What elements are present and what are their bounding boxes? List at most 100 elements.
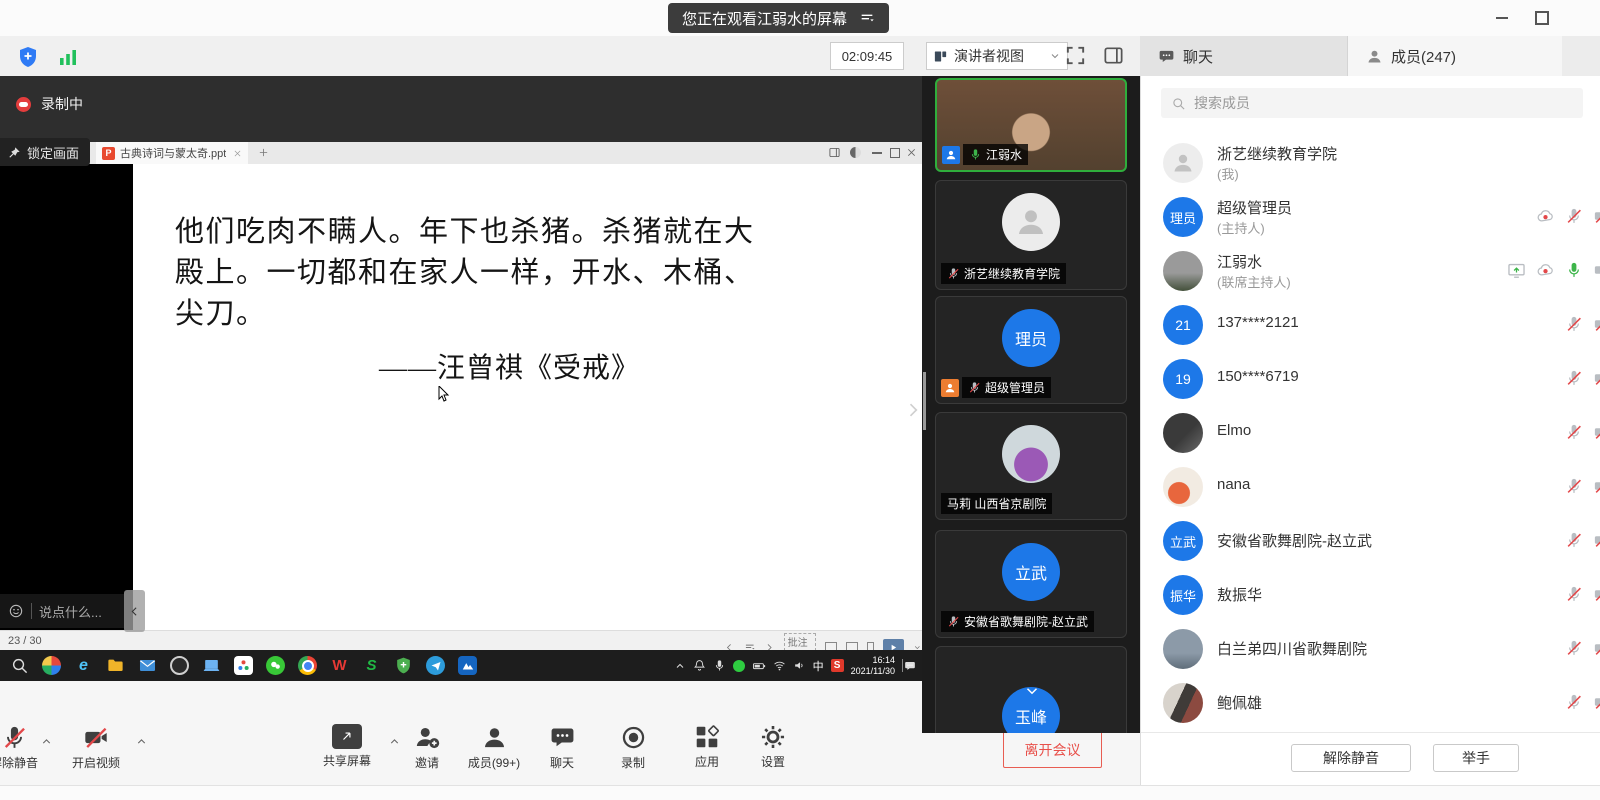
video-tile[interactable]: 浙艺继续教育学院	[935, 180, 1127, 290]
mic-muted-icon[interactable]	[1565, 693, 1583, 711]
strip-collapse-down-icon[interactable]	[1021, 682, 1043, 700]
banner-menu-icon[interactable]	[859, 10, 875, 26]
apps-button[interactable]: 应用	[678, 724, 736, 770]
camera-muted-icon[interactable]	[1593, 585, 1600, 603]
wps-minimize-icon[interactable]	[872, 152, 882, 154]
taskbar-search-icon[interactable]	[10, 656, 29, 675]
taskbar-pinwheel-app-icon[interactable]	[42, 656, 61, 675]
mic-on-icon[interactable]	[1565, 261, 1583, 279]
camera-muted-icon[interactable]	[1593, 207, 1600, 225]
taskbar-colordots-app-icon[interactable]	[234, 656, 253, 675]
quick-chat-placeholder[interactable]: 说点什么...	[39, 602, 102, 621]
minimize-button[interactable]	[1489, 8, 1515, 28]
video-tile[interactable]: 立武 安徽省歌舞剧院-赵立武	[935, 530, 1127, 638]
chat-button[interactable]: 聊天	[533, 724, 591, 771]
camera-muted-icon[interactable]	[1593, 315, 1600, 333]
mic-muted-icon[interactable]	[1565, 207, 1583, 225]
camera-muted-icon[interactable]	[1593, 477, 1600, 495]
invite-button[interactable]: 邀请	[398, 724, 456, 771]
tab-chat[interactable]: 聊天	[1140, 36, 1348, 76]
mic-muted-icon[interactable]	[1565, 531, 1583, 549]
member-row[interactable]: nana	[1141, 460, 1600, 514]
taskbar-bird-app-icon[interactable]	[426, 656, 445, 675]
tab-members[interactable]: 成员(247)	[1348, 36, 1562, 76]
mic-muted-icon[interactable]	[1565, 477, 1583, 495]
raise-hand-button[interactable]: 举手	[1433, 744, 1519, 772]
lock-screen-pill[interactable]: 锁定画面	[0, 138, 90, 166]
taskbar-shield-icon[interactable]	[394, 656, 413, 675]
settings-button[interactable]: 设置	[744, 724, 802, 770]
mic-muted-icon[interactable]	[1565, 315, 1583, 333]
audio-options-chevron-icon[interactable]	[40, 735, 53, 748]
video-options-chevron-icon[interactable]	[135, 735, 148, 748]
taskbar-mail-icon[interactable]	[138, 656, 157, 675]
wps-layout-icon[interactable]	[828, 146, 841, 159]
mic-muted-icon[interactable]	[1565, 585, 1583, 603]
taskbar-explorer-icon[interactable]	[106, 656, 125, 675]
member-row[interactable]: Elmo	[1141, 406, 1600, 460]
fullscreen-icon[interactable]	[1064, 44, 1087, 67]
member-row[interactable]: 19 150****6719	[1141, 352, 1600, 406]
camera-muted-icon[interactable]	[1593, 531, 1600, 549]
maximize-button[interactable]	[1529, 8, 1555, 28]
start-video-button[interactable]: 开启视频	[60, 724, 132, 771]
share-screen-button[interactable]: 共享屏幕	[312, 724, 382, 769]
video-tile[interactable]: 理员 超级管理员	[935, 296, 1127, 404]
member-row[interactable]: 白兰弟四川省歌舞剧院	[1141, 622, 1600, 676]
wps-close-icon[interactable]	[906, 147, 917, 158]
camera-muted-icon[interactable]	[1593, 693, 1600, 711]
watching-banner[interactable]: 您正在观看江弱水的屏幕	[668, 3, 889, 33]
camera-muted-icon[interactable]	[1593, 639, 1600, 657]
taskbar-ie-icon[interactable]: e	[74, 656, 93, 675]
camera-muted-icon[interactable]	[1593, 369, 1600, 387]
video-tile-speaker[interactable]: 江弱水	[935, 78, 1127, 172]
camera-icon[interactable]	[1593, 261, 1600, 279]
ppt-file-tab[interactable]: P 古典诗词与蒙太奇.ppt	[96, 142, 248, 164]
strip-scrollbar[interactable]	[923, 372, 926, 430]
member-row[interactable]: 振华 敖振华	[1141, 568, 1600, 622]
tray-bell-icon[interactable]	[693, 659, 706, 672]
quick-chat-bar[interactable]: 说点什么...	[0, 594, 124, 628]
wps-maximize-icon[interactable]	[890, 148, 900, 158]
record-button[interactable]: 录制	[604, 724, 662, 771]
emoji-icon[interactable]	[8, 603, 24, 619]
network-signal-icon[interactable]	[56, 45, 80, 69]
member-row[interactable]: 浙艺继续教育学院 (我)	[1141, 136, 1600, 190]
tray-volume-icon[interactable]	[793, 659, 806, 672]
member-row[interactable]: 21 137****2121	[1141, 298, 1600, 352]
mic-muted-icon[interactable]	[1565, 369, 1583, 387]
taskbar-mountain-app-icon[interactable]	[458, 656, 477, 675]
mic-muted-icon[interactable]	[1565, 639, 1583, 657]
cloud-recording-icon[interactable]	[1536, 261, 1555, 280]
tray-battery-icon[interactable]	[752, 659, 766, 673]
tray-ime-indicator[interactable]: 中	[813, 658, 824, 674]
panel-unmute-button[interactable]: 解除静音	[1291, 744, 1411, 772]
chat-bar-collapse-handle[interactable]	[124, 590, 145, 632]
tray-wifi-icon[interactable]	[773, 659, 786, 672]
view-mode-dropdown[interactable]: 演讲者视图	[926, 42, 1068, 70]
taskbar-laptop-app-icon[interactable]	[202, 656, 221, 675]
taskbar-flashget-icon[interactable]: S	[362, 656, 381, 675]
side-panel-toggle-icon[interactable]	[1102, 44, 1125, 67]
new-tab-icon[interactable]	[258, 147, 269, 158]
close-tab-icon[interactable]	[233, 149, 242, 158]
tray-sogou-icon[interactable]: S	[831, 659, 844, 672]
search-members-input[interactable]: 搜索成员	[1161, 88, 1583, 118]
tray-mic-icon[interactable]	[713, 659, 726, 672]
mic-muted-icon[interactable]	[1565, 423, 1583, 441]
tray-notification-icon[interactable]	[902, 659, 916, 672]
member-row[interactable]: 理员 超级管理员 (主持人)	[1141, 190, 1600, 244]
member-row[interactable]: 鲍佩雄	[1141, 676, 1600, 730]
tray-expand-icon[interactable]	[674, 660, 686, 672]
security-shield-icon[interactable]	[16, 45, 40, 69]
members-button[interactable]: 成员(99+)	[458, 724, 530, 771]
video-tile[interactable]: 马莉 山西省京剧院	[935, 412, 1127, 520]
leave-meeting-button[interactable]: 离开会议	[1003, 731, 1102, 768]
tray-safety-icon[interactable]	[733, 660, 745, 672]
screen-sharing-icon[interactable]	[1507, 261, 1526, 280]
tray-clock[interactable]: 16:14 2021/11/30	[851, 655, 895, 677]
wps-theme-icon[interactable]	[850, 147, 861, 158]
taskbar-wps-icon[interactable]: W	[330, 656, 349, 675]
cloud-recording-icon[interactable]	[1536, 207, 1555, 226]
member-row[interactable]: 江弱水 (联席主持人)	[1141, 244, 1600, 298]
